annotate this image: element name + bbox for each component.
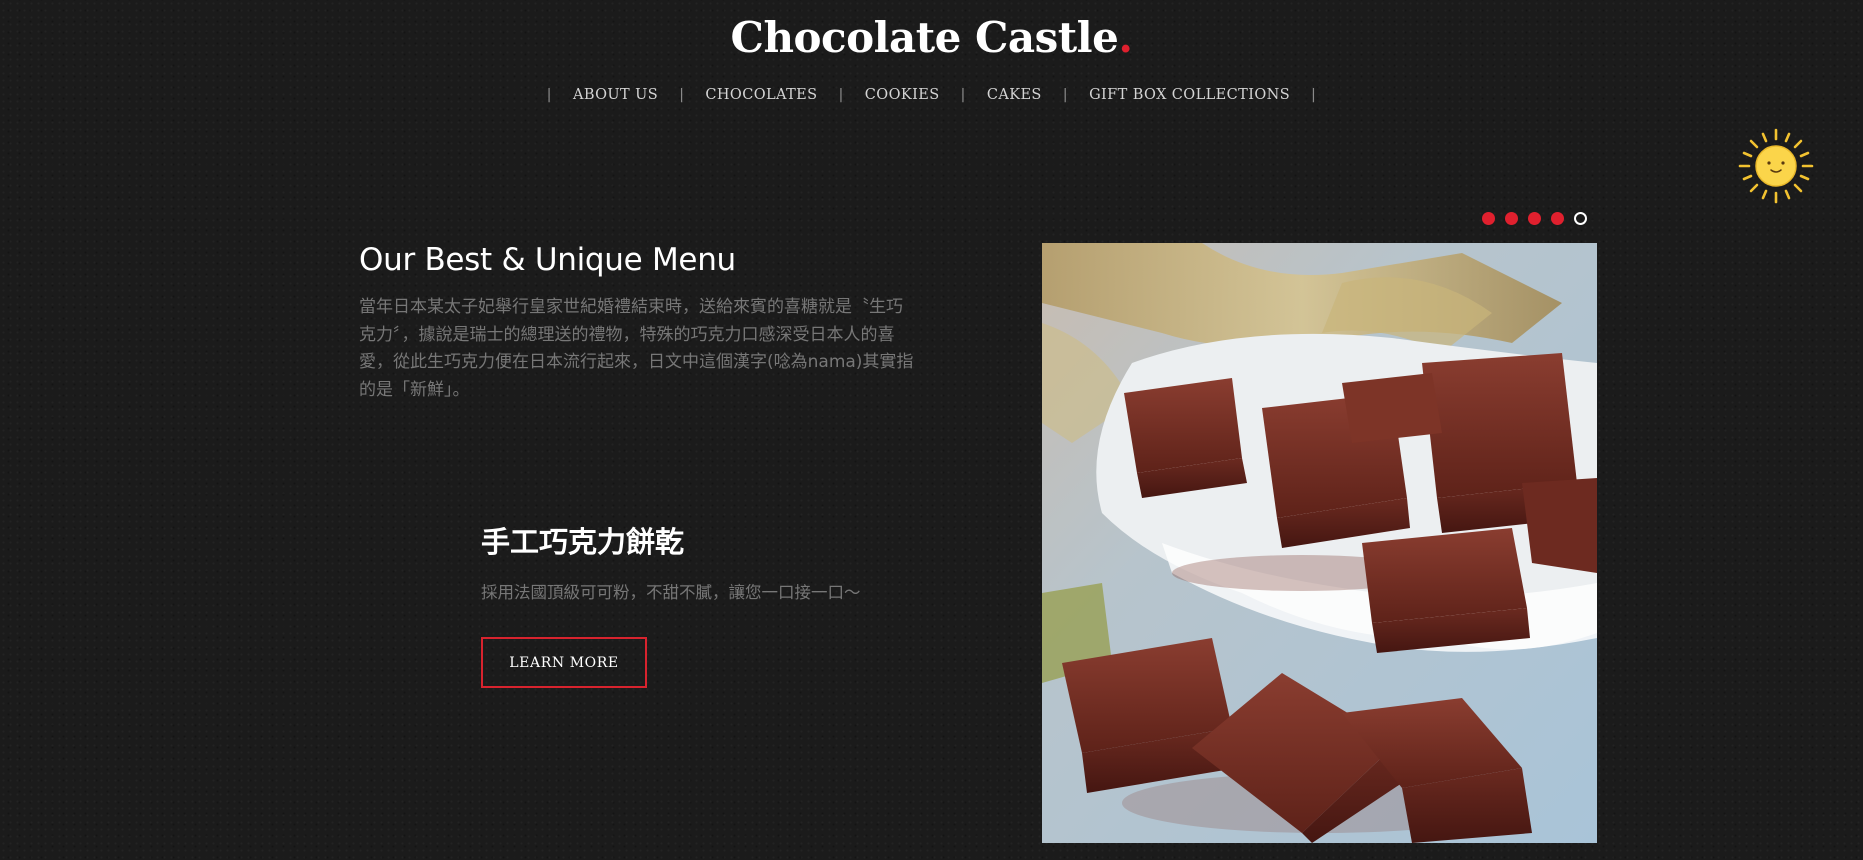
product-description: 採用法國頂級可可粉，不甜不膩，讓您一口接一口～: [481, 583, 861, 602]
section-description: 當年日本某太子妃舉行皇家世紀婚禮結束時，送給來賓的喜糖就是〝生巧克力〞，據說是瑞…: [359, 297, 914, 400]
sun-icon[interactable]: [1736, 126, 1816, 206]
section-title: Our Best & Unique Menu: [359, 242, 736, 278]
slider-dot-1[interactable]: [1482, 212, 1495, 225]
nav-item-gift-box-collections[interactable]: GIFT BOX COLLECTIONS: [1089, 84, 1290, 106]
logo-dot: .: [1118, 13, 1133, 62]
chocolate-photo: [1042, 243, 1597, 843]
nav-separator: |: [679, 87, 685, 103]
logo-text: Chocolate Castle: [730, 13, 1119, 62]
product-title: 手工巧克力餅乾: [481, 525, 685, 559]
nav-item-about-us[interactable]: ABOUT US: [573, 84, 658, 106]
nav-separator: |: [1062, 87, 1069, 103]
learn-more-button[interactable]: LEARN MORE: [481, 637, 647, 688]
slider-dots: [1482, 212, 1587, 225]
nav-separator: |: [546, 87, 552, 103]
slider-dot-5-active[interactable]: [1574, 212, 1587, 225]
slider-dot-2[interactable]: [1505, 212, 1518, 225]
nav-item-cakes[interactable]: CAKES: [987, 84, 1042, 106]
slider-dot-3[interactable]: [1528, 212, 1541, 225]
nav-item-chocolates[interactable]: CHOCOLATES: [705, 84, 817, 106]
nav-separator: |: [1311, 87, 1317, 103]
main-nav: | ABOUT US | CHOCOLATES | COOKIES | CAKE…: [0, 84, 1863, 106]
nav-item-cookies[interactable]: COOKIES: [865, 84, 940, 106]
nav-separator: |: [960, 87, 966, 103]
site-logo[interactable]: Chocolate Castle.: [0, 10, 1863, 66]
slider-dot-4[interactable]: [1551, 212, 1564, 225]
nav-separator: |: [838, 87, 844, 103]
